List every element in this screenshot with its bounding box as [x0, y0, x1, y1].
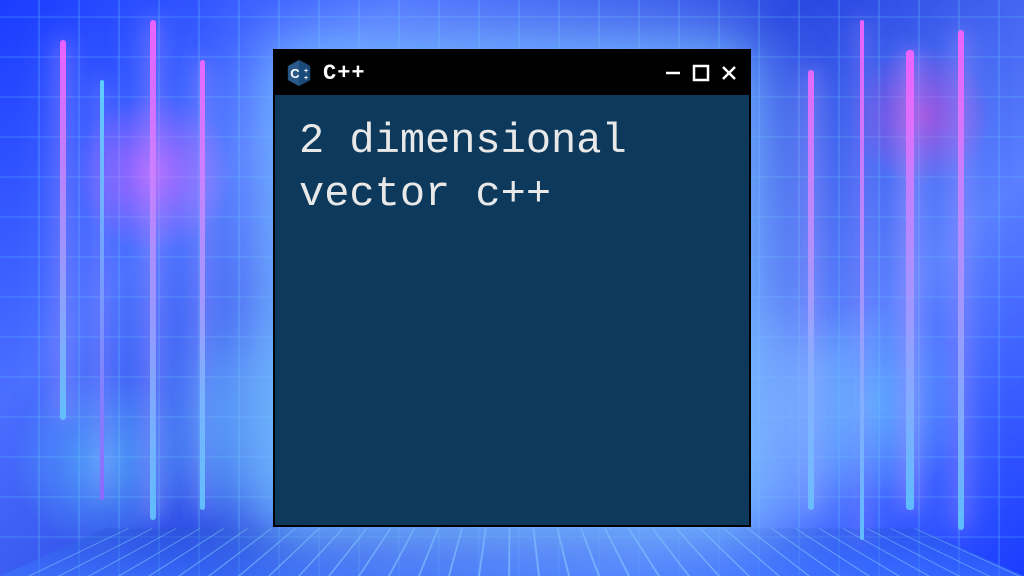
svg-text:C: C	[290, 66, 300, 81]
cpp-icon: C + +	[285, 59, 313, 87]
svg-text:+: +	[304, 75, 308, 82]
neon-bar-decoration	[60, 40, 66, 420]
window-titlebar[interactable]: C + + C++	[275, 51, 749, 95]
neon-bar-decoration	[100, 80, 104, 500]
terminal-content: 2 dimensional vector c++	[275, 95, 749, 525]
window-controls	[663, 63, 739, 83]
minimize-button[interactable]	[663, 63, 683, 83]
background-floor-grid	[0, 528, 1024, 576]
neon-bar-decoration	[860, 20, 864, 540]
neon-bar-decoration	[150, 20, 156, 520]
terminal-window: C + + C++ 2 dimensional vector c++	[273, 49, 751, 527]
neon-bar-decoration	[958, 30, 964, 530]
close-button[interactable]	[719, 63, 739, 83]
maximize-button[interactable]	[691, 63, 711, 83]
window-title: C++	[323, 61, 653, 86]
neon-bar-decoration	[906, 50, 914, 510]
svg-text:+: +	[304, 68, 308, 75]
content-text: 2 dimensional vector c++	[299, 117, 627, 218]
